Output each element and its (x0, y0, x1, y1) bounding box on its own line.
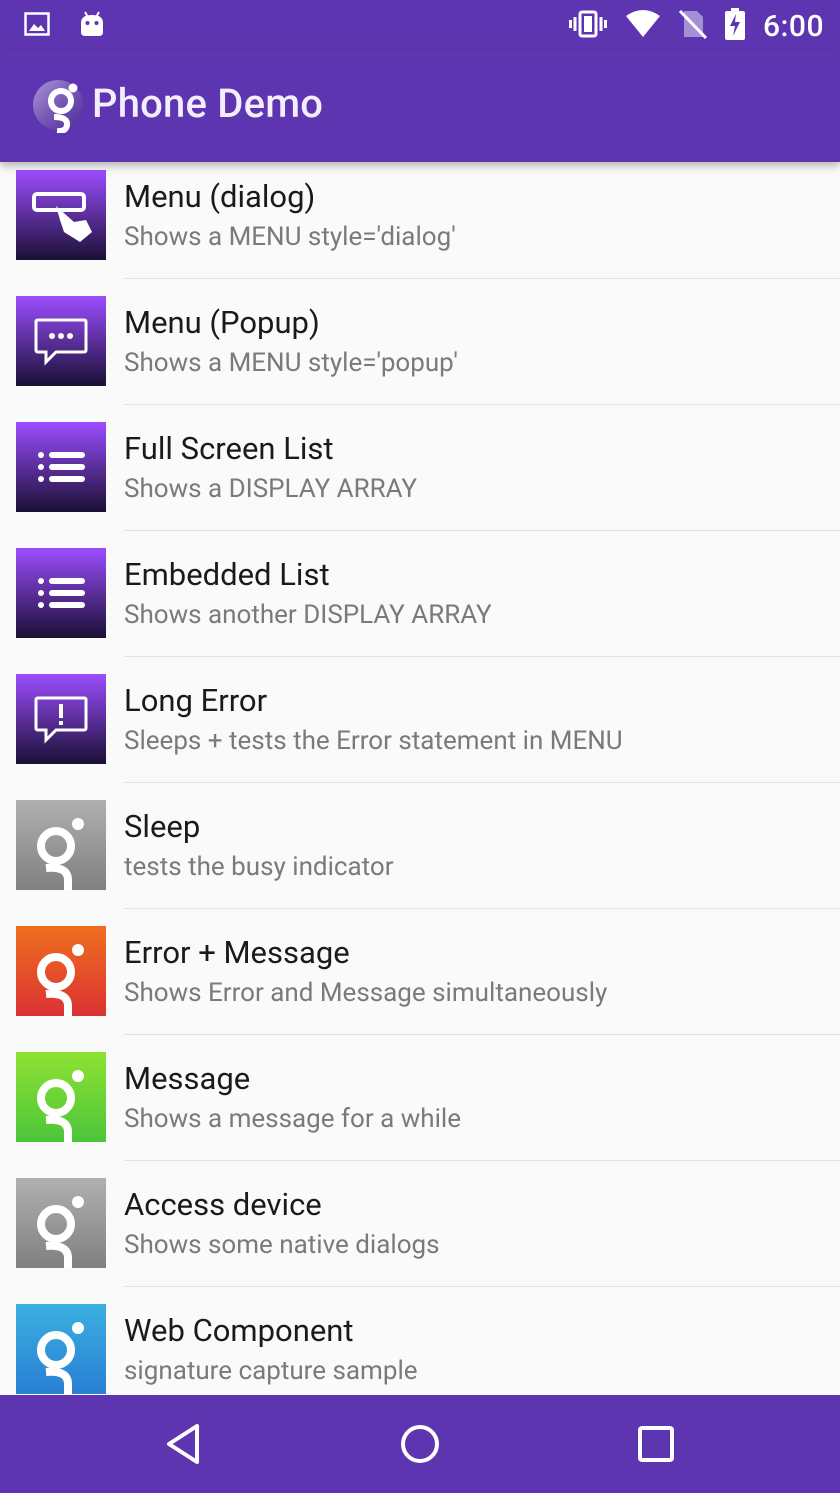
genero-logo-icon (16, 800, 106, 890)
item-title: Embedded List (124, 556, 330, 593)
item-title: Message (124, 1060, 251, 1097)
menu-list: Menu (dialog) Shows a MENU style='dialog… (0, 162, 840, 1395)
item-title: Full Screen List (124, 430, 334, 467)
genero-logo-icon (32, 77, 84, 135)
android-icon (78, 10, 106, 42)
chat-bubble-icon (16, 296, 106, 386)
home-icon[interactable] (395, 1419, 445, 1469)
image-icon (24, 12, 50, 40)
item-title: Menu (Popup) (124, 304, 320, 341)
divider (124, 1160, 840, 1161)
list-item-message[interactable]: Message Shows a message for a while (0, 1044, 840, 1170)
back-icon[interactable] (160, 1419, 210, 1469)
item-subtitle: Shows a message for a while (124, 1104, 461, 1134)
item-subtitle: Shows a MENU style='popup' (124, 348, 458, 378)
navigation-bar (0, 1395, 840, 1493)
item-title: Web Component (124, 1312, 354, 1349)
item-title: Access device (124, 1186, 322, 1223)
divider (124, 1034, 840, 1035)
item-subtitle: Shows another DISPLAY ARRAY (124, 600, 492, 630)
list-item-embedded-list[interactable]: Embedded List Shows another DISPLAY ARRA… (0, 540, 840, 666)
genero-logo-icon (16, 1178, 106, 1268)
list-item-menu-popup[interactable]: Menu (Popup) Shows a MENU style='popup' (0, 288, 840, 414)
list-icon (16, 422, 106, 512)
recents-icon[interactable] (631, 1419, 681, 1469)
item-title: Sleep (124, 808, 201, 845)
list-item-sleep[interactable]: Sleep tests the busy indicator (0, 792, 840, 918)
wifi-icon (625, 10, 661, 42)
list-item-access-device[interactable]: Access device Shows some native dialogs (0, 1170, 840, 1296)
divider (124, 278, 840, 279)
divider (124, 530, 840, 531)
item-subtitle: Shows a MENU style='dialog' (124, 222, 456, 252)
app-title: Phone Demo (92, 80, 324, 127)
divider (124, 1286, 840, 1287)
no-sim-icon (678, 9, 708, 43)
divider (124, 656, 840, 657)
vibrate-icon (568, 10, 607, 42)
divider (124, 908, 840, 909)
item-subtitle: Shows a DISPLAY ARRAY (124, 474, 418, 504)
genero-logo-icon (16, 1052, 106, 1142)
item-title: Long Error (124, 682, 268, 719)
item-title: Menu (dialog) (124, 178, 316, 215)
alert-bubble-icon (16, 674, 106, 764)
genero-logo-icon (16, 926, 106, 1016)
genero-logo-icon (16, 1304, 106, 1394)
item-subtitle: Sleeps + tests the Error statement in ME… (124, 726, 623, 756)
list-icon (16, 548, 106, 638)
list-item-web-component[interactable]: Web Component signature capture sample (0, 1296, 840, 1395)
battery-charging-icon (724, 8, 745, 44)
list-item-long-error[interactable]: Long Error Sleeps + tests the Error stat… (0, 666, 840, 792)
list-item-full-screen-list[interactable]: Full Screen List Shows a DISPLAY ARRAY (0, 414, 840, 540)
item-subtitle: tests the busy indicator (124, 852, 394, 882)
list-item-error-message[interactable]: Error + Message Shows Error and Message … (0, 918, 840, 1044)
divider (124, 782, 840, 783)
list-item-menu-dialog[interactable]: Menu (dialog) Shows a MENU style='dialog… (0, 162, 840, 288)
item-title: Error + Message (124, 934, 350, 971)
status-bar: 6:00 (0, 0, 840, 50)
touch-menu-icon (16, 170, 106, 260)
item-subtitle: signature capture sample (124, 1356, 418, 1386)
item-subtitle: Shows Error and Message simultaneously (124, 978, 608, 1008)
item-subtitle: Shows some native dialogs (124, 1230, 440, 1260)
status-time: 6:00 (762, 8, 824, 44)
divider (124, 404, 840, 405)
app-bar: Phone Demo (0, 50, 840, 162)
